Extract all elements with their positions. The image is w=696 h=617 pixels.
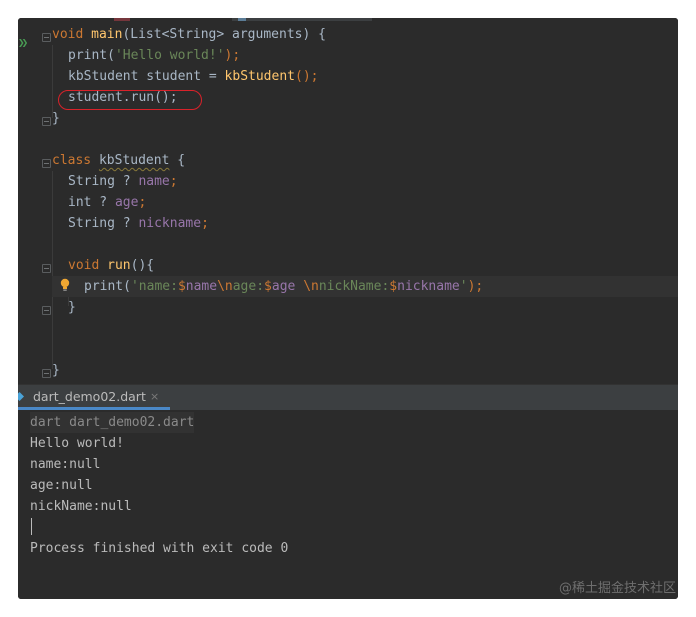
statement-end: ); — [224, 48, 241, 63]
interpolation-sign: $ — [389, 279, 398, 294]
statement-end: (); — [295, 69, 319, 84]
run-gutter-icon[interactable]: ❯❯ — [18, 37, 32, 49]
fold-marker-class-close[interactable] — [42, 369, 51, 378]
editor-tab-strip — [232, 18, 372, 21]
annotation-oval — [58, 90, 202, 110]
semicolon: ; — [201, 216, 209, 231]
code-line-field-age: int ? age; — [68, 192, 146, 213]
run-tool-window-tabs: dart_demo02.dart × — [18, 384, 678, 410]
code-line-close-main: } — [52, 108, 60, 129]
code-line-field-name: String ? name; — [68, 171, 178, 192]
code-line-run-signature: void run(){ — [68, 255, 154, 276]
console-output-line: nickName:null — [30, 499, 132, 514]
field-identifier: age — [114, 195, 139, 210]
fold-marker-class-open[interactable] — [42, 159, 51, 168]
interpolated-field: nickname — [397, 279, 460, 294]
closing-brace: } — [52, 111, 60, 126]
fold-marker-run-open[interactable] — [42, 264, 51, 273]
declaration: kbStudent student = — [68, 69, 225, 84]
closing-brace: } — [52, 363, 60, 378]
escape-sequence: \n — [303, 279, 319, 294]
code-line-field-nickname: String ? nickname; — [68, 213, 209, 234]
indent-guide — [52, 171, 53, 369]
keyword-void: void — [52, 27, 84, 42]
string-literal: 'Hello world!' — [114, 48, 225, 63]
constructor-call: kbStudent — [224, 69, 295, 84]
opening-brace: { — [169, 153, 186, 168]
ide-window: ❯❯ void main(List<String> arguments) { p… — [18, 18, 678, 599]
code-line-close-class: } — [52, 360, 60, 381]
error-marker — [114, 18, 130, 21]
field-type: int ? — [68, 195, 115, 210]
code-line-main-signature: void main(List<String> arguments) { — [52, 24, 326, 45]
field-identifier: nickname — [138, 216, 202, 231]
code-line-declaration: kbStudent student = kbStudent(); — [68, 66, 318, 87]
class-name: kbStudent — [98, 153, 170, 168]
code-line-class-declaration: class kbStudent { — [52, 150, 185, 171]
field-type: String ? — [68, 174, 139, 189]
fold-marker-run-close[interactable] — [42, 306, 51, 315]
semicolon: ; — [138, 195, 147, 210]
string-literal: ' — [459, 279, 468, 294]
code-line-print-fields: print('name:$name\nage:$age \nnickName:$… — [84, 276, 483, 297]
run-console[interactable]: dart dart_demo02.dart Hello world! name:… — [18, 410, 678, 599]
field-type: String ? — [68, 216, 139, 231]
editor-gutter: ❯❯ — [18, 24, 51, 384]
string-literal: 'name: — [130, 279, 178, 294]
code-line-close-run: } — [68, 297, 76, 318]
closing-brace: } — [68, 300, 76, 315]
field-identifier: name — [138, 174, 170, 189]
code-line-print-hello: print('Hello world!'); — [68, 45, 240, 66]
interpolated-field: age — [271, 279, 296, 294]
method-name: run — [107, 258, 131, 273]
string-literal — [295, 279, 303, 294]
console-output-line: Hello world! — [30, 436, 124, 451]
statement-end: ); — [467, 279, 484, 294]
keyword-class: class — [52, 153, 92, 168]
interpolated-field: name — [185, 279, 218, 294]
interpolation-sign: $ — [177, 279, 186, 294]
escape-sequence: \n — [217, 279, 233, 294]
string-literal: nickName: — [318, 279, 390, 294]
text-cursor — [31, 518, 32, 535]
tab-label: dart_demo02.dart — [33, 389, 146, 404]
fold-marker-main-open[interactable] — [42, 33, 51, 42]
print-call: print( — [84, 279, 131, 294]
fold-marker-main-close[interactable] — [42, 117, 51, 126]
close-icon[interactable]: × — [150, 385, 159, 409]
console-exit-message: Process finished with exit code 0 — [30, 541, 289, 556]
tab-dart-demo02[interactable]: dart_demo02.dart × — [18, 385, 170, 410]
dart-file-icon — [18, 392, 24, 401]
console-output-line: name:null — [30, 457, 101, 472]
params: (){ — [130, 258, 155, 273]
watermark: @稀土掘金技术社区 — [558, 581, 676, 596]
keyword-void: void — [68, 258, 100, 273]
console-output-line: age:null — [30, 478, 93, 493]
function-name: main — [91, 27, 123, 42]
print-call: print( — [68, 48, 115, 63]
params: (List<String> arguments) { — [122, 27, 326, 42]
interpolation-sign: $ — [264, 279, 272, 294]
string-literal: age: — [232, 279, 265, 294]
semicolon: ; — [169, 174, 178, 189]
dart-tab-icon — [238, 18, 246, 21]
console-command: dart dart_demo02.dart — [30, 412, 195, 433]
intention-bulb-icon[interactable] — [60, 278, 70, 292]
